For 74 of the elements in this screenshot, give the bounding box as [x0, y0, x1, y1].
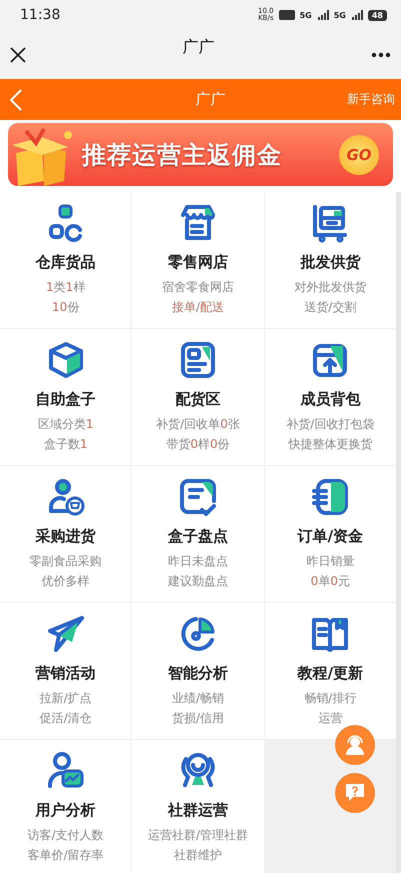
tile-title: 采购进货	[36, 527, 96, 546]
feature-tile[interactable]: 订单/资金 昨日销量 0单0元	[264, 466, 396, 602]
user-chart-icon	[46, 751, 86, 791]
tile-subtitle: 运营社群/管理社群	[148, 827, 248, 844]
feature-tile[interactable]: 仓库货品 1类1样 10份	[0, 192, 132, 328]
tile-subtitle: 建议勤盘点	[168, 573, 228, 590]
list-icon	[310, 477, 350, 517]
tile-subtitle: 畅销/排行	[304, 690, 356, 707]
page-title: 广广	[182, 37, 214, 58]
tile-title: 配货区	[175, 390, 220, 409]
tile-subtitle: 社群维护	[174, 847, 222, 864]
feature-tile[interactable]: 盒子盘点 昨日未盘点 建议勤盘点	[132, 466, 264, 602]
tile-title: 教程/更新	[298, 664, 364, 683]
tile-title: 智能分析	[168, 664, 228, 683]
tile-title: 订单/资金	[298, 527, 364, 546]
feature-tile[interactable]: 社群运营 运营社群/管理社群 社群维护	[132, 740, 264, 873]
back-icon[interactable]	[10, 88, 22, 110]
tile-subtitle: 快捷整体更换货	[288, 436, 372, 453]
tile-subtitle: 促活/清仓	[40, 710, 92, 727]
tile-subtitle: 客单价/留存率	[28, 847, 104, 864]
tile-subtitle: 昨日未盘点	[168, 553, 228, 570]
tile-title: 自助盒子	[36, 390, 96, 409]
tile-subtitle: 拉新/扩点	[40, 690, 92, 707]
signal-icon	[316, 10, 329, 20]
more-icon[interactable]	[371, 52, 391, 58]
network-type: 5G	[334, 10, 346, 20]
tile-title: 用户分析	[36, 801, 96, 820]
feature-tile[interactable]: 配货区 补货/回收单0张 带货0样0份	[132, 329, 264, 465]
nav-title: 广广	[196, 90, 226, 109]
tile-title: 盒子盘点	[168, 527, 228, 546]
tile-subtitle: 昨日销量	[306, 553, 354, 570]
tile-title: 成员背包	[300, 390, 360, 409]
tile-subtitle: 1类1样	[46, 279, 86, 296]
tile-subtitle: 补货/回收单0张	[156, 416, 240, 433]
tile-subtitle: 盒子数1	[44, 436, 88, 453]
feature-tile[interactable]: 教程/更新 畅销/排行 运营	[264, 603, 396, 739]
headset-icon	[344, 734, 366, 756]
paper-plane-icon	[46, 614, 86, 654]
tile-subtitle: 补货/回收打包袋	[286, 416, 374, 433]
tile-subtitle: 10份	[52, 299, 80, 316]
feature-tile[interactable]: 成员背包 补货/回收打包袋 快捷整体更换货	[264, 329, 396, 465]
tile-title: 零售网店	[168, 253, 228, 272]
tile-subtitle: 0单0元	[310, 573, 350, 590]
feature-tile[interactable]: 用户分析 访客/支付人数 客单价/留存率	[0, 740, 132, 873]
checklist-icon	[178, 477, 218, 517]
feature-tile[interactable]: 自助盒子 区域分类1 盒子数1	[0, 329, 132, 465]
tile-subtitle: 业绩/畅销	[172, 690, 224, 707]
tile-subtitle: 送货/交割	[304, 299, 356, 316]
network-type: 5G	[300, 10, 312, 20]
feature-tile[interactable]: 批发供货 对外批发供货 送货/交割	[264, 192, 396, 328]
banner-text: 推荐运营主返佣金	[82, 140, 282, 170]
feature-tile[interactable]: 零售网店 宿舍零食网店 接单/配送	[132, 192, 264, 328]
tile-title: 批发供货	[300, 253, 360, 272]
tile-subtitle: 零副食品采购	[30, 553, 102, 570]
tile-subtitle: 接单/配送	[172, 299, 224, 316]
battery-level: 48	[368, 10, 387, 20]
tile-subtitle: 访客/支付人数	[28, 827, 104, 844]
signal-icon	[350, 10, 363, 20]
close-icon[interactable]	[10, 46, 26, 62]
tile-subtitle: 区域分类1	[38, 416, 94, 433]
tile-subtitle: 优价多样	[42, 573, 90, 590]
feature-tile[interactable]: 智能分析 业绩/畅销 货损/信用	[132, 603, 264, 739]
tile-title: 营销活动	[36, 664, 96, 683]
tile-title: 仓库货品	[36, 253, 96, 272]
question-bubble-icon	[345, 783, 365, 803]
tile-subtitle: 对外批发供货	[294, 279, 366, 296]
clock-time: 11:38	[20, 7, 60, 23]
tile-subtitle: 货损/信用	[172, 710, 224, 727]
tile-subtitle: 带货0样0份	[166, 436, 230, 453]
feature-tile[interactable]: 营销活动 拉新/扩点 促活/清仓	[0, 603, 132, 739]
feature-tile[interactable]: 采购进货 零副食品采购 优价多样	[0, 466, 132, 602]
tile-title: 社群运营	[168, 801, 228, 820]
tile-subtitle: 运营	[318, 710, 342, 727]
tile-subtitle: 宿舍零食网店	[162, 279, 234, 296]
